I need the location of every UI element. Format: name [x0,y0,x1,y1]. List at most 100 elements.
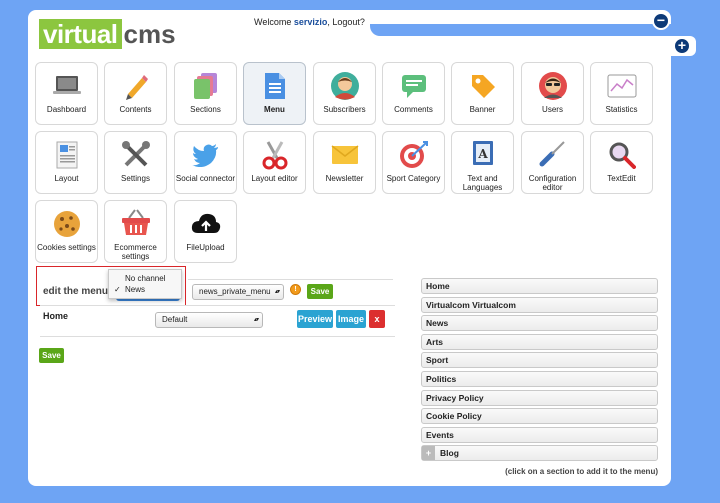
tile-label: Subscribers [323,105,366,114]
tile-label: FileUpload [186,243,225,252]
tile-label: Social connector [175,174,236,183]
expand-button[interactable]: + [673,37,691,55]
divider [188,279,393,280]
section-item[interactable]: Privacy Policy [421,389,658,406]
chat-bubble-icon [398,72,430,100]
target-icon [398,141,430,169]
logo-virtual-text: virtual [39,19,122,49]
tile-label: Comments [394,105,433,114]
tile-ecommerce-settings[interactable]: Ecommerce settings [104,200,167,263]
collapse-button[interactable]: − [652,12,670,30]
tile-label: Newsletter [325,174,364,183]
tile-label: Dashboard [46,105,87,114]
tile-label: Layout [54,174,79,183]
tile-fileupload[interactable]: FileUpload [174,200,237,263]
tile-cookies-settings[interactable]: Cookies settings [35,200,98,263]
section-item[interactable]: Arts [421,333,658,350]
page-layout-icon [51,141,83,169]
template-select[interactable]: Default [155,312,263,328]
scissors-icon [259,141,291,170]
section-item[interactable]: Events [421,426,658,443]
folders-icon [190,72,222,100]
section-item-label: Blog [440,448,459,459]
tile-label: Users [542,105,563,114]
section-item[interactable]: Home [421,278,658,294]
dictionary-icon: A [467,139,499,167]
divider [40,305,395,306]
tile-label: Menu [264,105,285,114]
tools-icon [120,141,152,169]
tile-banner[interactable]: Banner [451,62,514,125]
tile-contents[interactable]: Contents [104,62,167,125]
header-tab-notch [370,24,671,36]
divider [40,336,395,337]
logout-link[interactable]: , Logout? [327,17,365,27]
channel-dropdown-popup: No channel News [108,269,182,299]
delete-item-button[interactable]: x [369,310,385,328]
image-button[interactable]: Image [336,310,366,328]
section-item[interactable]: Cookie Policy [421,408,658,425]
menu-select[interactable]: news_private_menu [192,284,284,300]
tile-comments[interactable]: Comments [382,62,445,125]
expand-plus-icon[interactable]: + [422,446,435,461]
tile-label: Text and Languages [462,174,503,192]
channel-option-no-channel[interactable]: No channel [109,273,181,284]
svg-text:A: A [477,147,488,161]
shopping-basket-icon [120,208,152,236]
tile-label: Cookies settings [37,243,96,252]
tile-layout-editor[interactable]: Layout editor [243,131,306,194]
username-link[interactable]: servizio [294,17,328,27]
price-tag-icon [467,72,499,100]
tile-label: Contents [119,105,152,114]
tile-configuration-editor[interactable]: Configuration editor [521,131,584,194]
tile-users[interactable]: Users [521,62,584,125]
logo-cms-text: cms [123,19,176,49]
channel-option-news[interactable]: News [109,284,181,295]
laptop-icon [51,72,83,100]
tile-sport-category[interactable]: Sport Category [382,131,445,194]
screwdriver-icon [537,139,569,167]
sections-list: Home Virtualcom Virtualcom News Arts Spo… [421,278,658,464]
preview-button[interactable]: Preview [297,310,333,328]
person-avatar-icon [329,72,361,100]
tile-statistics[interactable]: Statistics [590,62,653,125]
magnifier-icon [606,141,638,169]
tile-label: Settings [121,174,150,183]
tile-text-and-languages[interactable]: A Text and Languages [451,131,514,194]
save-button[interactable]: Save [307,284,333,299]
sections-hint: (click on a section to add it to the men… [505,467,658,476]
cloud-upload-icon [190,210,222,238]
tile-menu[interactable]: Menu [243,62,306,125]
tile-newsletter[interactable]: Newsletter [313,131,376,194]
tile-label: Configuration editor [528,174,577,192]
cookie-icon [51,210,83,238]
section-item[interactable]: Virtualcom Virtualcom [421,296,658,313]
tile-label: TextEdit [607,174,636,183]
tile-layout[interactable]: Layout [35,131,98,194]
envelope-icon [329,141,361,169]
tile-social-connector[interactable]: Social connector [174,131,237,194]
tile-label: Sections [190,105,221,114]
tile-label: Ecommerce settings [114,243,157,261]
tile-label: Banner [469,105,496,114]
tile-textedit[interactable]: TextEdit [590,131,653,194]
welcome-message: Welcome servizio, Logout? [254,17,365,27]
user-sunglasses-icon [537,72,569,100]
tile-subscribers[interactable]: Subscribers [313,62,376,125]
section-item[interactable]: Sport [421,352,658,369]
pencil-icon [120,72,152,100]
tile-dashboard[interactable]: Dashboard [35,62,98,125]
section-item-expandable[interactable]: + Blog [421,445,658,462]
virtualcms-logo[interactable]: virtual cms [39,19,176,49]
save-bottom-button[interactable]: Save [39,348,64,363]
tile-sections[interactable]: Sections [174,62,237,125]
section-item[interactable]: Politics [421,370,658,387]
tile-settings[interactable]: Settings [104,131,167,194]
twitter-bird-icon [190,141,222,169]
document-icon [259,72,291,100]
tile-label: Sport Category [386,174,441,183]
warning-icon[interactable]: ! [290,284,301,295]
section-item[interactable]: News [421,315,658,332]
tile-label: Layout editor [251,174,298,183]
welcome-prefix: Welcome [254,17,294,27]
